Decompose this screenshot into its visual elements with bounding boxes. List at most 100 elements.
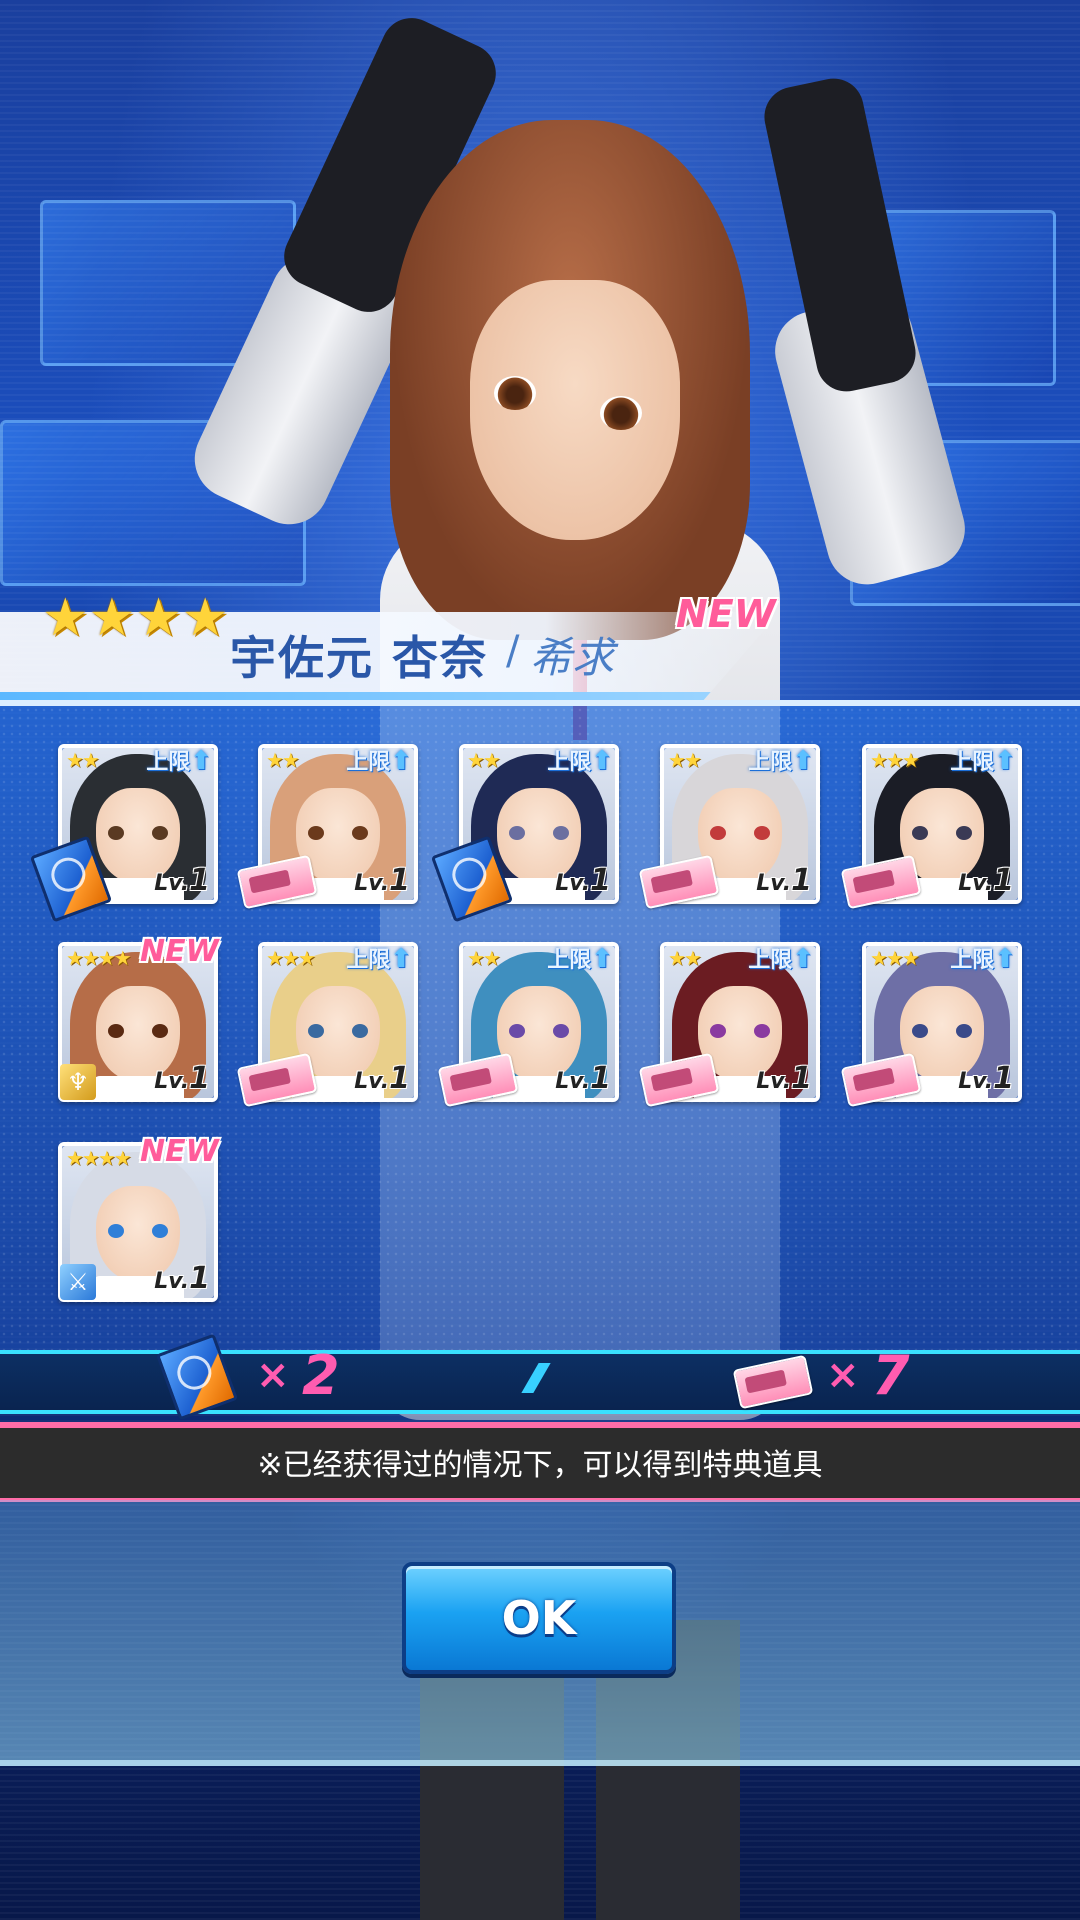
card-rarity-stars: ★★ [66,748,100,772]
card-rarity-stars: ★★ [266,748,300,772]
card-level-value: 1 [590,1061,611,1096]
card-rarity-stars: ★★★ [266,946,316,970]
up-arrow-icon: ⬆ [994,944,1016,974]
limit-up-badge: 上限⬆ [748,942,814,974]
limit-up-badge: 上限⬆ [346,744,412,776]
limit-up-label: 上限 [547,948,592,973]
card-level-prefix: Lv. [154,871,190,896]
character-eye-right [600,396,642,430]
card-rarity-stars: ★★★ [870,946,920,970]
card-level-prefix: Lv. [555,871,591,896]
card-level-prefix: Lv. [958,1069,994,1094]
portrait-eyes [912,1024,972,1038]
card-slot[interactable]: ★★★ 上限⬆ Lv.1 [236,942,418,1108]
card-level: Lv.1 [555,1061,611,1096]
portrait-eyes [108,1024,168,1038]
card-level: Lv.1 [555,863,611,898]
card-slot[interactable]: ★★ 上限⬆ Lv.1 [437,942,619,1108]
up-arrow-icon: ⬆ [190,746,212,776]
limit-up-badge: 上限⬆ [547,942,613,974]
portrait-eyes [509,1024,569,1038]
card-level-prefix: Lv. [958,871,994,896]
limit-up-label: 上限 [950,948,995,973]
card-level-value: 1 [791,863,812,898]
card-level-value: 1 [189,1261,210,1296]
card-level: Lv.1 [154,863,210,898]
card-level-value: 1 [389,863,410,898]
book-count: 2 [302,1344,340,1407]
card-rarity-stars: ★★★★ [66,946,132,970]
card-level: Lv.1 [756,1061,812,1096]
card-slot[interactable]: ★★ 上限⬆ Lv.1 [638,942,820,1108]
limit-up-label: 上限 [950,750,995,775]
card-level-prefix: Lv. [354,871,390,896]
card-level-value: 1 [189,1061,210,1096]
card-level-value: 1 [189,863,210,898]
card-level: Lv.1 [756,863,812,898]
up-arrow-icon: ⬆ [390,944,412,974]
card-slot[interactable]: ★★★★ NEW Lv.1 ♆ [58,934,219,1102]
limit-up-badge: 上限⬆ [950,744,1016,776]
card-rarity-stars: ★★ [668,748,702,772]
card-level-prefix: Lv. [756,871,792,896]
card-slot[interactable]: ★★ 上限⬆ Lv.1 [638,744,820,910]
rarity-star-icons: ★★★★ [42,588,229,648]
up-arrow-icon: ⬆ [390,746,412,776]
card-slot[interactable]: ★★★ 上限⬆ Lv.1 [840,744,1022,910]
portrait-eyes [710,826,770,840]
limit-up-label: 上限 [346,948,391,973]
ok-button[interactable]: OK [402,1562,676,1674]
card-level-value: 1 [993,863,1014,898]
character-name: 宇佐元 杏奈 [230,631,489,685]
card-new-badge: NEW [140,934,219,969]
card-title: 希求 [530,633,615,682]
card-level: Lv.1 [958,1061,1014,1096]
up-arrow-icon: ⬆ [792,944,814,974]
card-new-badge: NEW [140,1134,219,1169]
role-glyph-icon: ♆ [67,1068,89,1096]
up-arrow-icon: ⬆ [591,944,613,974]
portrait-eyes [308,1024,368,1038]
portrait-eyes [308,826,368,840]
card-rarity-stars: ★★ [668,946,702,970]
card-level-value: 1 [993,1061,1014,1096]
attack-role-icon: ⚔ [60,1264,96,1300]
card-level-prefix: Lv. [154,1269,190,1294]
card-level: Lv.1 [958,863,1014,898]
card-level-value: 1 [590,863,611,898]
character-face [470,280,680,540]
card-slot[interactable]: ★★★★ NEW Lv.1 ⚔ [58,1134,219,1302]
card-rarity-stars: ★★ [467,748,501,772]
limit-up-badge: 上限⬆ [146,744,212,776]
card-rarity-stars: ★★★★ [66,1146,132,1170]
limit-up-label: 上限 [547,750,592,775]
card-level: Lv.1 [154,1061,210,1096]
ticket-multiplier: × [826,1352,860,1398]
card-level-prefix: Lv. [555,1069,591,1094]
card-level: Lv.1 [354,863,410,898]
card-slot[interactable]: ★★★ 上限⬆ Lv.1 [840,942,1022,1108]
card-level-prefix: Lv. [354,1069,390,1094]
card-slot[interactable]: ★★ 上限⬆ Lv.1 [430,744,619,923]
limit-up-label: 上限 [146,750,191,775]
ticket-count: 7 [872,1344,910,1407]
portrait-eyes [710,1024,770,1038]
card-level-prefix: Lv. [154,1069,190,1094]
limit-up-badge: 上限⬆ [346,942,412,974]
title-separator: / [506,628,520,674]
portrait-eyes [108,826,168,840]
card-level: Lv.1 [154,1261,210,1296]
card-level-value: 1 [791,1061,812,1096]
up-arrow-icon: ⬆ [591,746,613,776]
portrait-eyes [509,826,569,840]
notice-text: ※已经获得过的情况下，可以得到特典道具 [257,1448,823,1483]
limit-up-badge: 上限⬆ [547,744,613,776]
card-slot[interactable]: ★★ 上限⬆ Lv.1 [29,744,218,923]
card-slot[interactable]: ★★ 上限⬆ Lv.1 [236,744,418,910]
character-eye-left [494,376,536,410]
limit-up-label: 上限 [748,948,793,973]
support-role-icon: ♆ [60,1064,96,1100]
card-level-value: 1 [389,1061,410,1096]
up-arrow-icon: ⬆ [792,746,814,776]
role-glyph-icon: ⚔ [67,1268,89,1296]
